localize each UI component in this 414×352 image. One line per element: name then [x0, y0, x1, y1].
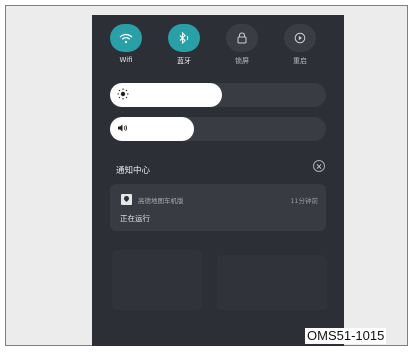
lock-icon	[237, 32, 247, 44]
wifi-toggle[interactable]	[110, 24, 142, 52]
figure-code: OMS51-1015	[305, 328, 387, 344]
brightness-slider[interactable]	[110, 83, 326, 107]
map-app-icon	[121, 194, 132, 205]
restart-label: 重启	[293, 57, 307, 65]
bluetooth-label: 蓝牙	[177, 57, 191, 65]
restart-icon	[294, 32, 306, 44]
bluetooth-toggle[interactable]	[168, 24, 200, 52]
notification-app-name: 高德地图车机版	[138, 197, 184, 205]
bluetooth-icon	[179, 32, 189, 44]
background-shape	[217, 255, 327, 310]
lock-screen-label: 锁屏	[235, 57, 249, 65]
notification-time: 11分钟前	[290, 197, 318, 205]
notification-status: 正在运行	[120, 214, 150, 223]
brightness-icon	[117, 88, 129, 100]
clear-notifications-icon[interactable]	[313, 160, 325, 172]
control-center-screen: Wifi 蓝牙 锁屏 重启 通知中心 高德地图车机版 11分钟前 正在运行	[92, 15, 344, 346]
background-shape	[112, 250, 202, 310]
restart-toggle[interactable]	[284, 24, 316, 52]
volume-slider[interactable]	[110, 117, 326, 141]
notification-card[interactable]: 高德地图车机版 11分钟前 正在运行	[110, 184, 326, 231]
notification-center-title: 通知中心	[116, 166, 151, 176]
lock-screen-toggle[interactable]	[226, 24, 258, 52]
wifi-icon	[119, 33, 133, 43]
wifi-label: Wifi	[119, 56, 133, 64]
volume-icon	[118, 124, 127, 132]
